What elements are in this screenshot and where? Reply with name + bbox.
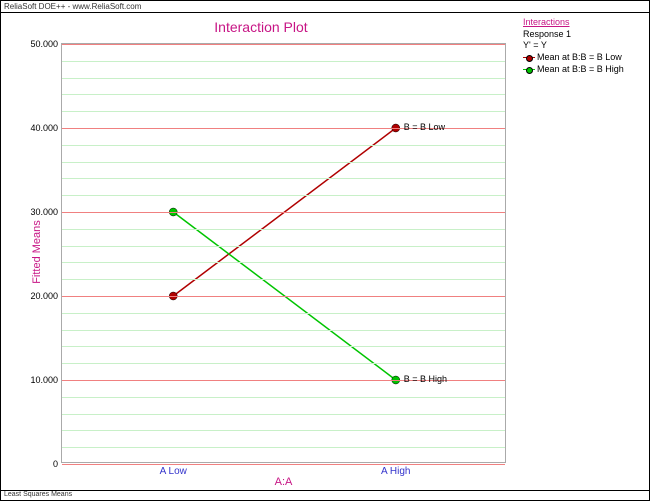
grid-minor xyxy=(62,94,505,95)
grid-minor xyxy=(62,363,505,364)
y-tick-label: 50.000 xyxy=(30,39,62,49)
grid-minor xyxy=(62,346,505,347)
plot-svg xyxy=(62,44,505,462)
y-tick-label: 30.000 xyxy=(30,207,62,217)
legend-title: Interactions xyxy=(523,17,647,29)
window-title: ReliaSoft DOE++ - www.ReliaSoft.com xyxy=(1,1,649,13)
x-tick-label: A Low xyxy=(160,462,187,477)
x-axis-label: A:A xyxy=(61,476,506,488)
y-tick-label: 20.000 xyxy=(30,291,62,301)
grid-minor xyxy=(62,330,505,331)
grid-minor xyxy=(62,195,505,196)
grid-major xyxy=(62,296,505,297)
plot-area: 010.00020.00030.00040.00050.000A LowA Hi… xyxy=(61,43,506,463)
legend-item-label: Mean at B:B = B Low xyxy=(537,52,622,64)
grid-minor xyxy=(62,78,505,79)
grid-minor xyxy=(62,246,505,247)
legend-transform: Y' = Y xyxy=(523,40,647,52)
grid-minor xyxy=(62,61,505,62)
main-area: Interaction Plot Fitted Means 010.00020.… xyxy=(1,13,649,490)
grid-minor xyxy=(62,447,505,448)
grid-minor xyxy=(62,430,505,431)
legend-marker-red-icon xyxy=(523,54,535,62)
grid-major xyxy=(62,464,505,465)
grid-major xyxy=(62,44,505,45)
point-label: B = B High xyxy=(404,374,447,384)
legend-item-b-high: Mean at B:B = B High xyxy=(523,64,647,76)
grid-minor xyxy=(62,397,505,398)
legend-response: Response 1 xyxy=(523,29,647,41)
y-tick-label: 10.000 xyxy=(30,375,62,385)
legend-item-label: Mean at B:B = B High xyxy=(537,64,624,76)
y-axis-label: Fitted Means xyxy=(31,220,43,284)
grid-minor xyxy=(62,111,505,112)
plot-zone: Interaction Plot Fitted Means 010.00020.… xyxy=(1,13,521,490)
grid-major xyxy=(62,212,505,213)
grid-minor xyxy=(62,313,505,314)
legend: Interactions Response 1 Y' = Y Mean at B… xyxy=(521,13,649,490)
legend-marker-green-icon xyxy=(523,66,535,74)
legend-item-b-low: Mean at B:B = B Low xyxy=(523,52,647,64)
grid-minor xyxy=(62,279,505,280)
grid-minor xyxy=(62,414,505,415)
grid-minor xyxy=(62,262,505,263)
grid-minor xyxy=(62,145,505,146)
point-label: B = B Low xyxy=(404,122,445,132)
y-tick-label: 0 xyxy=(53,459,62,469)
grid-minor xyxy=(62,229,505,230)
footer-text: Least Squares Means xyxy=(1,490,649,500)
grid-minor xyxy=(62,162,505,163)
x-tick-label: A High xyxy=(381,462,410,477)
chart-title: Interaction Plot xyxy=(1,19,521,35)
app-window: ReliaSoft DOE++ - www.ReliaSoft.com Inte… xyxy=(0,0,650,501)
y-tick-label: 40.000 xyxy=(30,123,62,133)
grid-minor xyxy=(62,178,505,179)
